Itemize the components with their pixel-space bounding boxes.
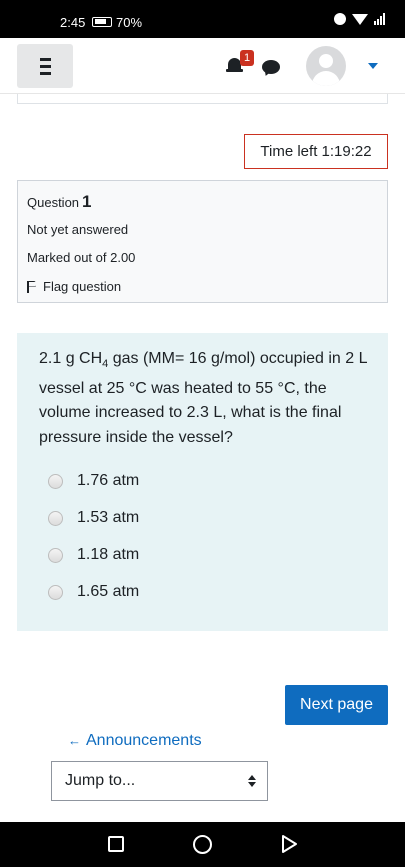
battery-percent: 70%: [116, 15, 143, 30]
messenger-icon: [334, 13, 346, 25]
announcements-link[interactable]: ← Announcements: [68, 732, 202, 750]
signal-icon: [374, 13, 385, 25]
status-icons: [334, 13, 385, 25]
battery-icon: [92, 17, 112, 27]
home-icon[interactable]: [193, 835, 212, 854]
question-number-value: 1: [82, 192, 92, 211]
top-navbar: 1: [0, 38, 405, 94]
chevron-down-icon[interactable]: [368, 63, 378, 69]
answer-label[interactable]: 1.76 atm: [77, 472, 139, 490]
status-time: 2:45: [60, 15, 86, 30]
notification-badge: 1: [240, 50, 254, 66]
answer-option[interactable]: 1.18 atm: [48, 545, 139, 565]
question-content: 2.1 g CH4 gas (MM= 16 g/mol) occupied in…: [17, 333, 388, 631]
avatar[interactable]: [306, 46, 346, 86]
question-label: Question: [27, 195, 80, 210]
question-state: Not yet answered: [27, 222, 129, 237]
answer-radio[interactable]: [48, 473, 63, 489]
flag-question-link[interactable]: Flag question: [27, 279, 121, 294]
flag-icon: [27, 280, 37, 293]
answer-label[interactable]: 1.18 atm: [77, 546, 139, 564]
android-nav-bar: [0, 822, 405, 867]
recent-apps-icon[interactable]: [108, 836, 124, 852]
answer-label[interactable]: 1.65 atm: [77, 583, 139, 601]
menu-icon[interactable]: [17, 44, 73, 88]
announcements-label[interactable]: Announcements: [86, 732, 202, 749]
chat-icon[interactable]: [262, 60, 280, 74]
answer-option[interactable]: 1.65 atm: [48, 582, 139, 602]
answer-radio[interactable]: [48, 584, 63, 600]
back-icon[interactable]: [280, 834, 298, 854]
select-arrows-icon: [248, 775, 256, 787]
wifi-icon: [352, 13, 368, 25]
flag-question-label: Flag question: [43, 279, 122, 294]
question-text: 2.1 g CH4 gas (MM= 16 g/mol) occupied in…: [39, 347, 374, 450]
time-left: Time left 1:19:22: [244, 134, 388, 169]
answer-option[interactable]: 1.53 atm: [48, 508, 139, 528]
next-page-button[interactable]: Next page: [285, 685, 388, 725]
jump-to-select[interactable]: Jump to...: [51, 761, 268, 801]
answer-label[interactable]: 1.53 atm: [77, 509, 139, 527]
answer-radio[interactable]: [48, 510, 63, 526]
question-info: Question 1 Not yet answered Marked out of…: [17, 180, 388, 303]
arrow-left-icon: ←: [68, 733, 81, 748]
question-number: Question 1: [27, 192, 92, 212]
answer-option[interactable]: 1.76 atm: [48, 471, 139, 491]
previous-block: [17, 94, 388, 104]
status-bar: 2:45 70%: [0, 0, 405, 38]
question-text-part1: 2.1 g CH: [39, 350, 103, 367]
question-grade: Marked out of 2.00: [27, 250, 136, 265]
answer-radio[interactable]: [48, 547, 63, 563]
jump-to-label: Jump to...: [65, 772, 136, 789]
